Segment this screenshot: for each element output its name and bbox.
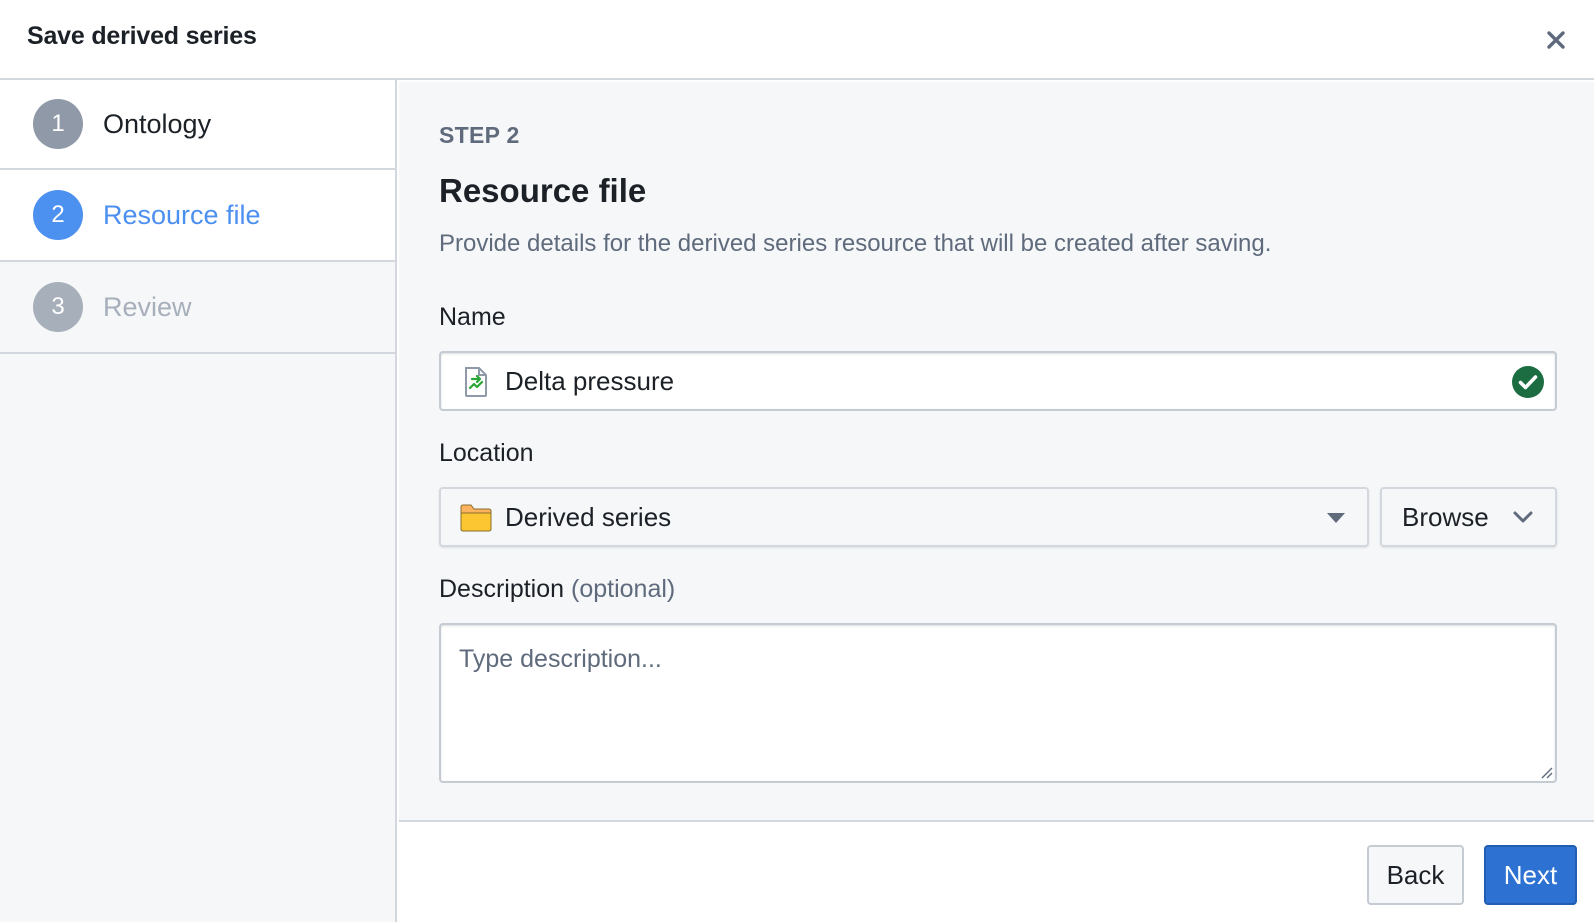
location-label: Location (439, 439, 534, 467)
location-value: Derived series (505, 502, 672, 532)
resize-handle-icon[interactable] (1539, 765, 1553, 779)
step-item-review[interactable]: 3 Review (0, 262, 395, 354)
dialog-footer: Back Next (399, 824, 1594, 922)
chevron-down-icon (1513, 511, 1533, 523)
description-textarea[interactable] (441, 625, 1555, 781)
caret-down-icon (1327, 513, 1345, 523)
valid-check-icon (1512, 366, 1544, 398)
location-select[interactable]: Derived series (439, 487, 1369, 547)
next-button[interactable]: Next (1484, 845, 1577, 905)
step-item-ontology[interactable]: 1 Ontology (0, 80, 395, 170)
section-title: Resource file (439, 172, 647, 209)
step-label: Ontology (103, 108, 212, 139)
name-value: Delta pressure (505, 366, 675, 396)
browse-button[interactable]: Browse (1380, 487, 1557, 547)
folder-icon (460, 504, 492, 532)
dialog-header: Save derived series (0, 0, 1594, 80)
close-button[interactable] (1540, 24, 1572, 56)
name-label: Name (439, 303, 506, 331)
name-input[interactable]: Delta pressure (439, 351, 1557, 411)
step-number-badge: 3 (33, 282, 83, 332)
description-label: Description (optional) (439, 575, 675, 604)
optional-hint: (optional) (571, 575, 676, 603)
description-label-text: Description (439, 575, 565, 603)
browse-label: Browse (1402, 502, 1489, 532)
step-label: Review (103, 291, 192, 322)
close-icon (1547, 31, 1565, 49)
step-item-resource-file[interactable]: 2 Resource file (0, 170, 395, 262)
step-number-badge: 2 (33, 190, 83, 240)
dialog-title: Save derived series (27, 22, 257, 50)
section-description: Provide details for the derived series r… (439, 230, 1272, 257)
description-field (439, 623, 1557, 783)
step-content: STEP 2 Resource file Provide details for… (399, 82, 1594, 822)
step-number-badge: 1 (33, 99, 83, 149)
step-label: Resource file (103, 199, 261, 230)
step-kicker: STEP 2 (439, 122, 520, 148)
derived-series-file-icon (465, 367, 487, 397)
back-button[interactable]: Back (1367, 845, 1464, 905)
step-sidebar: 1 Ontology 2 Resource file 3 Review (0, 80, 397, 922)
